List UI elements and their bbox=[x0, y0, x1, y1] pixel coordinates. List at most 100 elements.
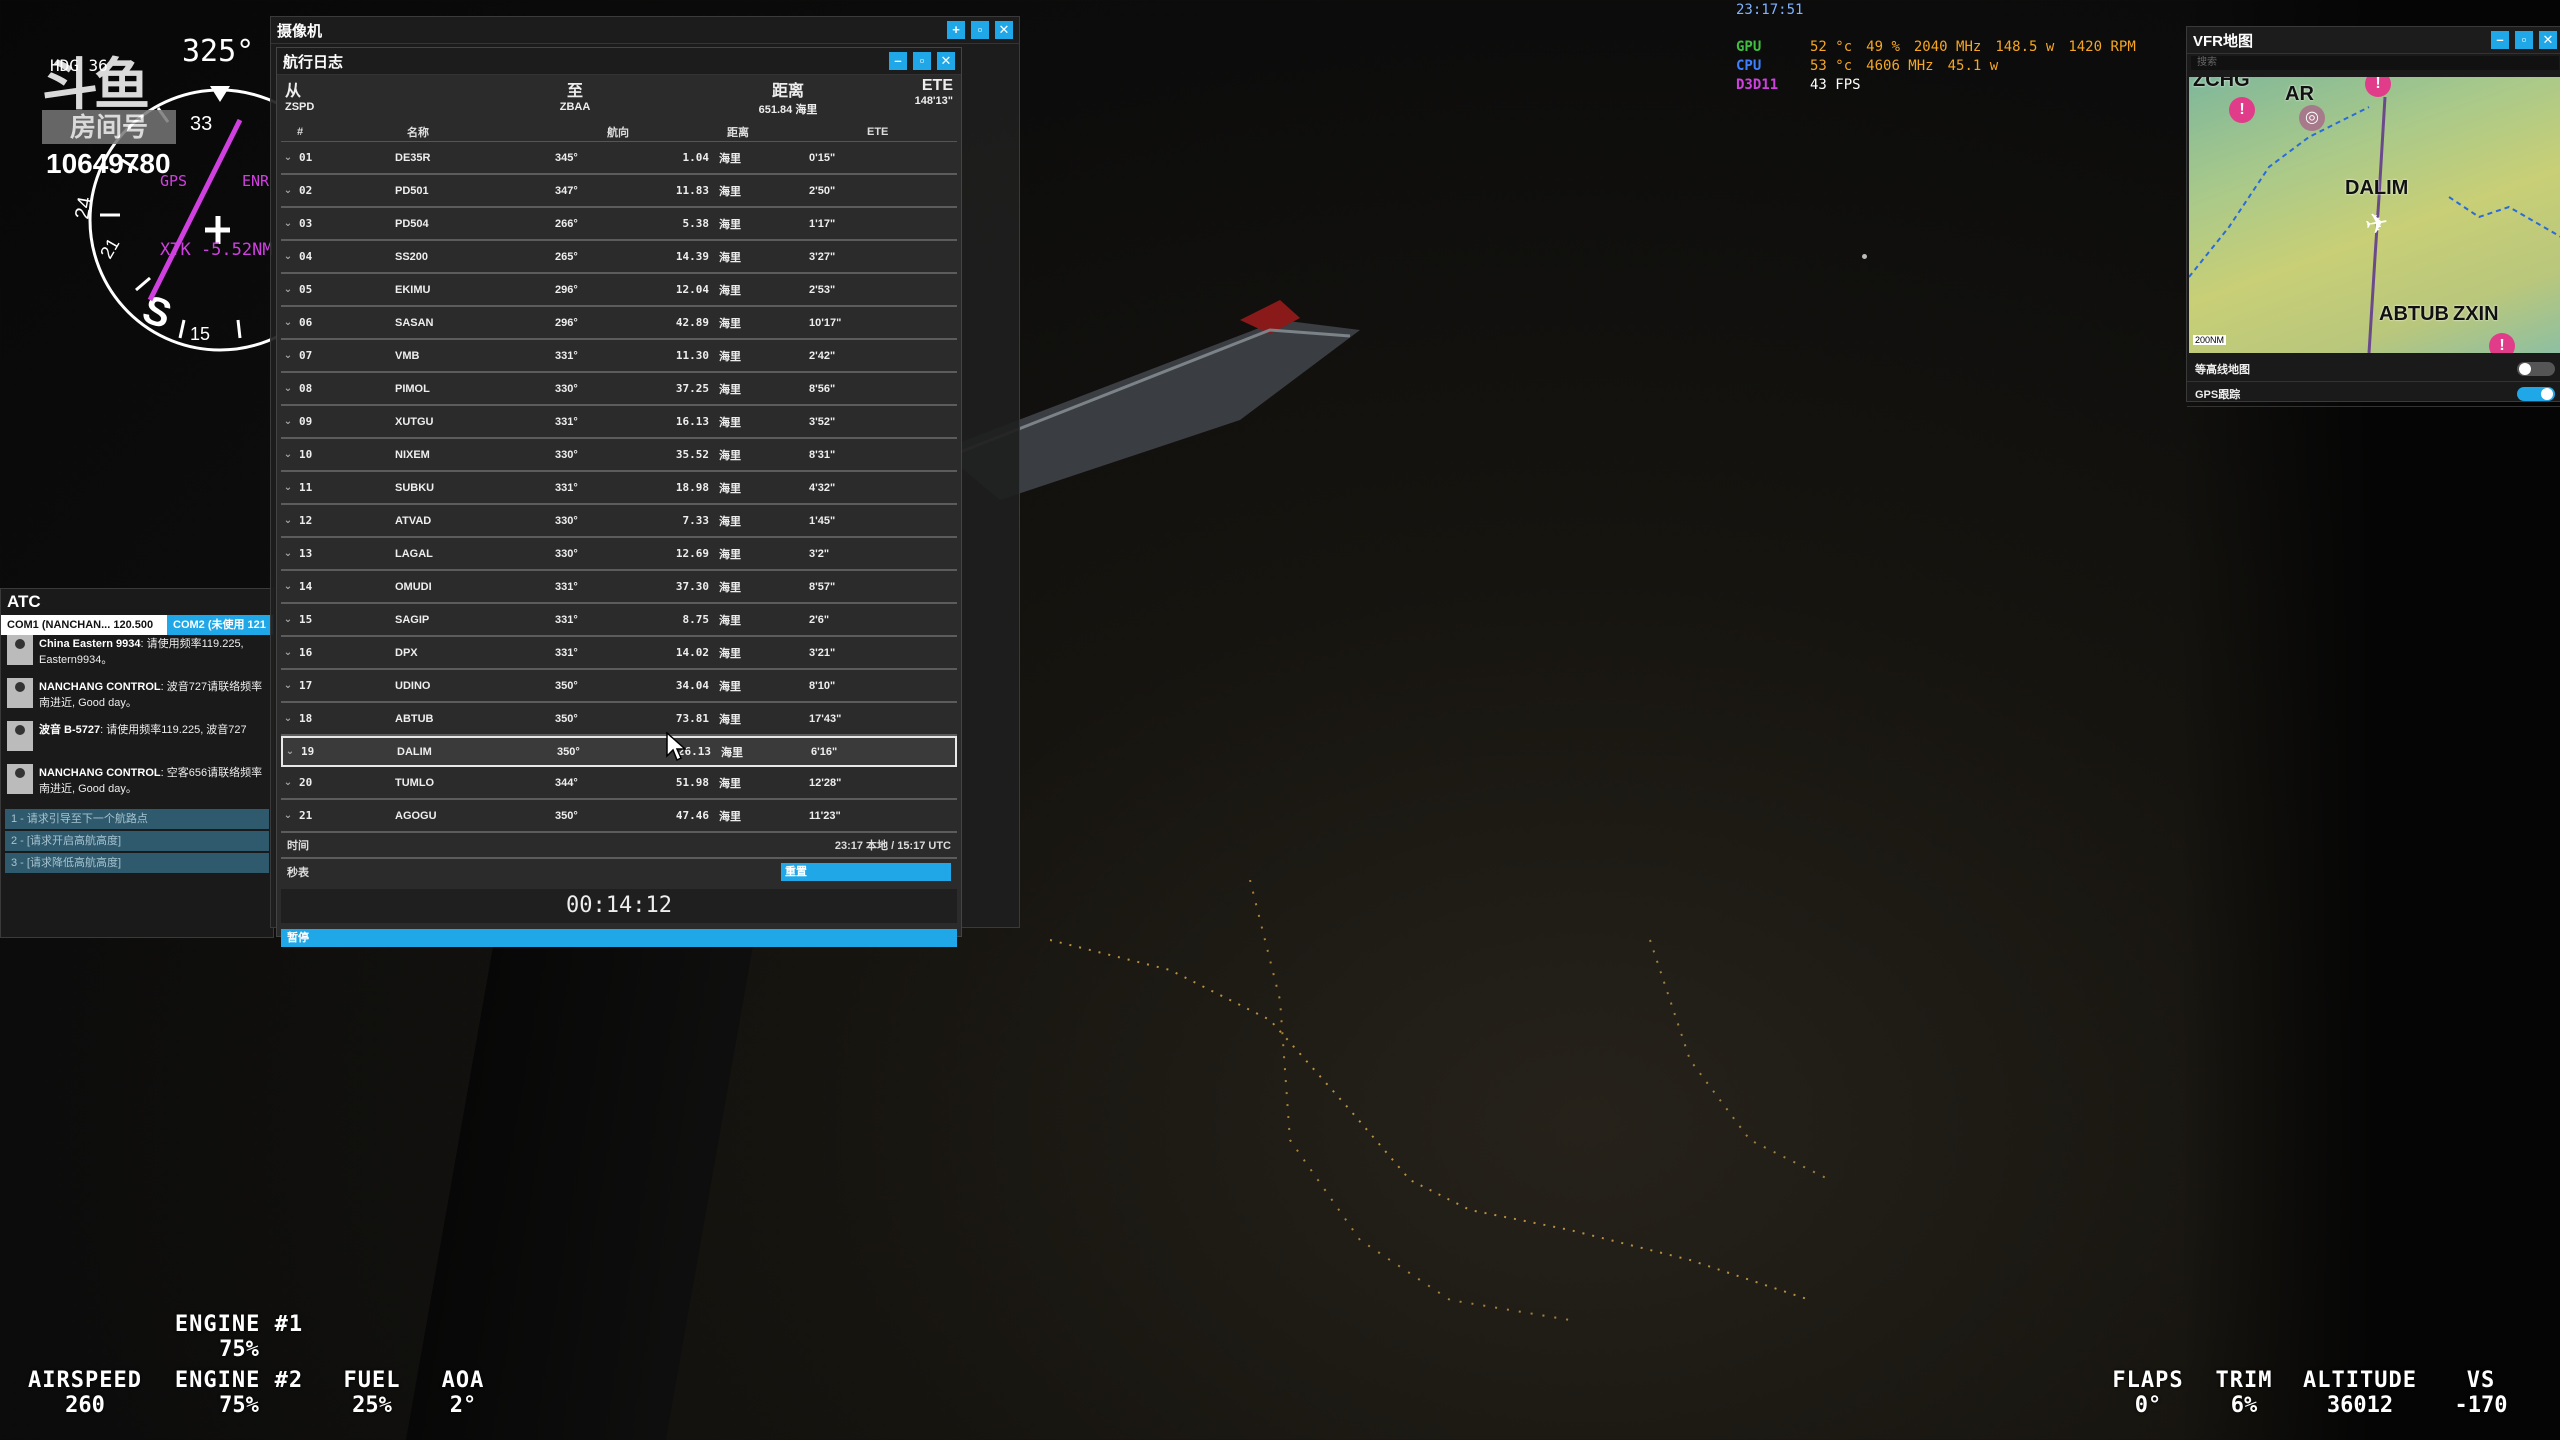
waypoint-name: LAGAL bbox=[395, 547, 433, 560]
atc-option-2[interactable]: 2 - [请求开启高航高度] bbox=[5, 831, 269, 851]
waypoint-row[interactable]: ⌄ 21 AGOGU 350° 47.46 海里 11'23" bbox=[281, 800, 957, 833]
engine1-readout: ENGINE #1 75% bbox=[174, 1312, 304, 1362]
expand-chevron-icon[interactable]: ⌄ bbox=[281, 152, 295, 163]
expand-chevron-icon[interactable]: ⌄ bbox=[281, 218, 295, 229]
minimize-icon[interactable]: – bbox=[889, 52, 907, 70]
vor-marker-icon[interactable]: ◎ bbox=[2299, 105, 2325, 131]
pause-button[interactable]: 暂停 bbox=[281, 929, 957, 947]
waypoint-heading: 330° bbox=[555, 547, 578, 560]
expand-chevron-icon[interactable]: ⌄ bbox=[281, 251, 295, 262]
waypoint-row[interactable]: ⌄ 04 SS200 265° 14.39 海里 3'27" bbox=[281, 241, 957, 274]
waypoint-distance-unit: 海里 bbox=[719, 218, 741, 231]
aoa-readout: AOA 2° bbox=[441, 1368, 485, 1418]
airport-marker-icon[interactable]: ! bbox=[2489, 333, 2515, 353]
waypoint-ete: 3'52" bbox=[809, 415, 836, 428]
expand-chevron-icon[interactable]: ⌄ bbox=[281, 449, 295, 460]
waypoint-row[interactable]: ⌄ 05 EKIMU 296° 12.04 海里 2'53" bbox=[281, 274, 957, 307]
waypoint-row[interactable]: ⌄ 12 ATVAD 330° 7.33 海里 1'45" bbox=[281, 505, 957, 538]
expand-chevron-icon[interactable]: ⌄ bbox=[281, 317, 295, 328]
com2-tab[interactable]: COM2 (未使用 121 bbox=[167, 615, 273, 635]
contour-map-toggle[interactable] bbox=[2517, 362, 2555, 376]
waypoint-heading: 350° bbox=[557, 745, 580, 758]
vfr-map[interactable]: ZCHG AR DALIM ABTUB ZXIN ! ! ◎ ! ✈ 200NM bbox=[2189, 77, 2560, 353]
expand-chevron-icon[interactable]: ⌄ bbox=[283, 746, 297, 757]
waypoint-ete: 2'53" bbox=[809, 283, 836, 296]
route-summary: 从 ZSPD 至 ZBAA 距离 651.84 海里 ETE 148'13" bbox=[277, 75, 961, 123]
waypoint-number: 16 bbox=[299, 646, 313, 659]
expand-chevron-icon[interactable]: ⌄ bbox=[281, 284, 295, 295]
expand-chevron-icon[interactable]: ⌄ bbox=[281, 614, 295, 625]
airport-marker-icon[interactable]: ! bbox=[2229, 97, 2255, 123]
atc-message: 波音 B-5727: 请使用频率119.225, 波音727 bbox=[1, 721, 273, 764]
close-icon[interactable]: ✕ bbox=[937, 52, 955, 70]
heading-value: 325° bbox=[182, 34, 255, 69]
waypoint-row[interactable]: ⌄ 14 OMUDI 331° 37.30 海里 8'57" bbox=[281, 571, 957, 604]
waypoint-row[interactable]: ⌄ 13 LAGAL 330° 12.69 海里 3'2" bbox=[281, 538, 957, 571]
close-icon[interactable]: ✕ bbox=[995, 21, 1013, 39]
waypoint-distance: 35.52 bbox=[675, 448, 709, 461]
waypoint-row[interactable]: ⌄ 03 PD504 266° 5.38 海里 1'17" bbox=[281, 208, 957, 241]
waypoint-row[interactable]: ⌄ 08 PIMOL 330° 37.25 海里 8'56" bbox=[281, 373, 957, 406]
waypoint-row[interactable]: ⌄ 10 NIXEM 330° 35.52 海里 8'31" bbox=[281, 439, 957, 472]
waypoint-name: XUTGU bbox=[395, 415, 434, 428]
waypoint-row[interactable]: ⌄ 09 XUTGU 331° 16.13 海里 3'52" bbox=[281, 406, 957, 439]
waypoint-ete: 17'43" bbox=[809, 712, 842, 725]
waypoint-distance: 51.98 bbox=[675, 776, 709, 789]
expand-chevron-icon[interactable]: ⌄ bbox=[281, 647, 295, 658]
waypoint-row[interactable]: ⌄ 20 TUMLO 344° 51.98 海里 12'28" bbox=[281, 767, 957, 800]
waypoint-number: 08 bbox=[299, 382, 313, 395]
waypoint-distance: 37.30 bbox=[675, 580, 709, 593]
waypoint-row[interactable]: ⌄ 17 UDINO 350° 34.04 海里 8'10" bbox=[281, 670, 957, 703]
waypoint-heading: 331° bbox=[555, 415, 578, 428]
com1-tab[interactable]: COM1 (NANCHAN... 120.500 bbox=[1, 615, 167, 635]
gps-track-toggle[interactable] bbox=[2517, 387, 2555, 401]
expand-chevron-icon[interactable]: ⌄ bbox=[281, 581, 295, 592]
expand-chevron-icon[interactable]: ⌄ bbox=[281, 185, 295, 196]
waypoint-name: NIXEM bbox=[395, 448, 430, 461]
waypoint-number: 06 bbox=[299, 316, 313, 329]
waypoint-ete: 3'27" bbox=[809, 250, 836, 263]
waypoint-row[interactable]: ⌄ 06 SASAN 296° 42.89 海里 10'17" bbox=[281, 307, 957, 340]
expand-chevron-icon[interactable]: ⌄ bbox=[281, 548, 295, 559]
waypoint-row[interactable]: ⌄ 07 VMB 331° 11.30 海里 2'42" bbox=[281, 340, 957, 373]
reset-button[interactable]: 重置 bbox=[781, 863, 951, 881]
expand-chevron-icon[interactable]: ⌄ bbox=[281, 416, 295, 427]
route-from: 从 ZSPD bbox=[285, 83, 315, 113]
performance-overlay: GPU 52 °c 49 % 2040 MHz 148.5 w 1420 RPM CPU 5… bbox=[1736, 38, 2150, 95]
close-icon[interactable]: ✕ bbox=[2539, 31, 2557, 49]
expand-chevron-icon[interactable]: ⌄ bbox=[281, 777, 295, 788]
stopwatch-display: 00:14:12 bbox=[281, 889, 957, 923]
map-search-input[interactable]: 搜索 bbox=[2191, 56, 2559, 70]
waypoint-row[interactable]: ⌄ 19 DALIM 350° 26.13 海里 6'16" bbox=[281, 736, 957, 767]
waypoint-row[interactable]: ⌄ 16 DPX 331° 14.02 海里 3'21" bbox=[281, 637, 957, 670]
waypoint-row[interactable]: ⌄ 15 SAGIP 331° 8.75 海里 2'6" bbox=[281, 604, 957, 637]
waypoint-row[interactable]: ⌄ 11 SUBKU 331° 18.98 海里 4'32" bbox=[281, 472, 957, 505]
expand-chevron-icon[interactable]: ⌄ bbox=[281, 482, 295, 493]
atc-option-3[interactable]: 3 - [请求降低高航高度] bbox=[5, 853, 269, 873]
waypoint-name: ATVAD bbox=[395, 514, 432, 527]
trim-readout: TRIM 6% bbox=[2215, 1368, 2273, 1418]
waypoint-heading: 265° bbox=[555, 250, 578, 263]
waypoint-distance-unit: 海里 bbox=[719, 548, 741, 561]
expand-chevron-icon[interactable]: ⌄ bbox=[281, 713, 295, 724]
undock-icon[interactable]: ▫ bbox=[2515, 31, 2533, 49]
waypoint-distance-unit: 海里 bbox=[719, 350, 741, 363]
atc-option-1[interactable]: 1 - 请求引导至下一个航路点 bbox=[5, 809, 269, 829]
waypoint-row[interactable]: ⌄ 18 ABTUB 350° 73.81 海里 17'43" bbox=[281, 703, 957, 736]
undock-icon[interactable]: ▫ bbox=[913, 52, 931, 70]
waypoint-distance-unit: 海里 bbox=[719, 810, 741, 823]
waypoint-row[interactable]: ⌄ 01 DE35R 345° 1.04 海里 0'15" bbox=[281, 142, 957, 175]
expand-chevron-icon[interactable]: ⌄ bbox=[281, 680, 295, 691]
add-icon[interactable]: + bbox=[947, 21, 965, 39]
waypoint-number: 17 bbox=[299, 679, 313, 692]
waypoint-ete: 10'17" bbox=[809, 316, 842, 329]
expand-chevron-icon[interactable]: ⌄ bbox=[281, 810, 295, 821]
stopwatch-row: 秒表 重置 bbox=[281, 859, 957, 885]
expand-chevron-icon[interactable]: ⌄ bbox=[281, 383, 295, 394]
com-tabs: COM1 (NANCHAN... 120.500 COM2 (未使用 121 bbox=[1, 615, 273, 635]
minimize-icon[interactable]: – bbox=[2491, 31, 2509, 49]
undock-icon[interactable]: ▫ bbox=[971, 21, 989, 39]
waypoint-row[interactable]: ⌄ 02 PD501 347° 11.83 海里 2'50" bbox=[281, 175, 957, 208]
expand-chevron-icon[interactable]: ⌄ bbox=[281, 515, 295, 526]
expand-chevron-icon[interactable]: ⌄ bbox=[281, 350, 295, 361]
